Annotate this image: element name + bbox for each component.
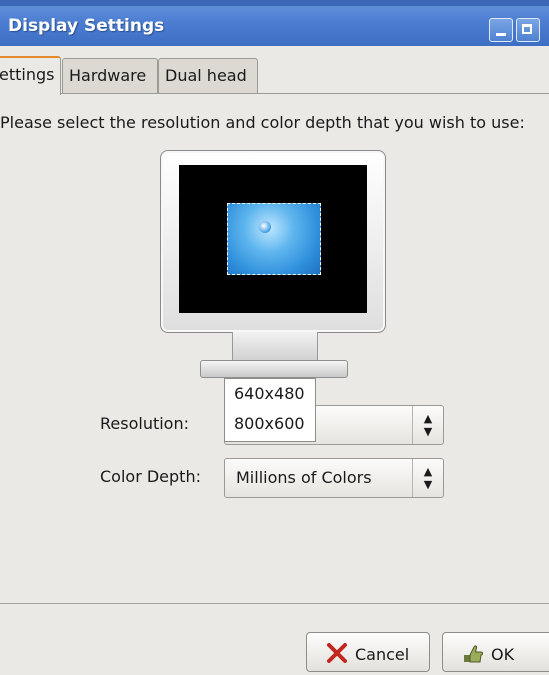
resolution-option[interactable]: 640x480	[225, 379, 315, 409]
maximize-button[interactable]	[516, 18, 540, 42]
tab-label: Dual head	[165, 66, 247, 85]
tab-label: ettings	[0, 65, 55, 84]
minimize-button[interactable]	[489, 18, 513, 42]
hand-ok-icon	[464, 645, 483, 663]
title-bar: Display Settings	[0, 0, 549, 46]
tab-divider	[0, 93, 549, 94]
red-x-icon	[327, 643, 347, 663]
monitor-screen	[179, 165, 367, 313]
monitor-stand	[232, 332, 318, 362]
ok-label: OK	[491, 645, 515, 664]
color-depth-label: Color Depth:	[100, 467, 201, 486]
color-depth-select[interactable]: Millions of Colors ▲ ▼	[224, 458, 444, 498]
resolution-dropdown: 640x480 800x600	[224, 378, 316, 442]
resolution-label: Resolution:	[100, 414, 189, 433]
up-down-arrows-icon: ▲ ▼	[412, 459, 443, 497]
monitor-preview	[160, 150, 386, 333]
color-depth-value: Millions of Colors	[236, 468, 372, 487]
droplet-icon	[259, 221, 271, 233]
tab-hardware[interactable]: Hardware	[62, 58, 158, 94]
window-title: Display Settings	[8, 16, 165, 36]
cancel-button[interactable]: Cancel	[306, 632, 430, 672]
instruction-text: Please select the resolution and color d…	[0, 113, 525, 132]
up-down-arrows-icon: ▲ ▼	[412, 406, 443, 444]
tab-bar: ettings Hardware Dual head	[0, 56, 549, 95]
tab-dual-head[interactable]: Dual head	[158, 58, 258, 94]
cancel-label: Cancel	[355, 645, 410, 664]
ok-button[interactable]: OK	[442, 632, 549, 672]
tab-label: Hardware	[69, 66, 147, 85]
resolution-option[interactable]: 800x600	[225, 409, 315, 439]
button-separator	[0, 603, 549, 604]
monitor-base	[200, 360, 348, 378]
tab-settings[interactable]: ettings	[0, 56, 61, 95]
wallpaper-preview	[227, 203, 321, 275]
